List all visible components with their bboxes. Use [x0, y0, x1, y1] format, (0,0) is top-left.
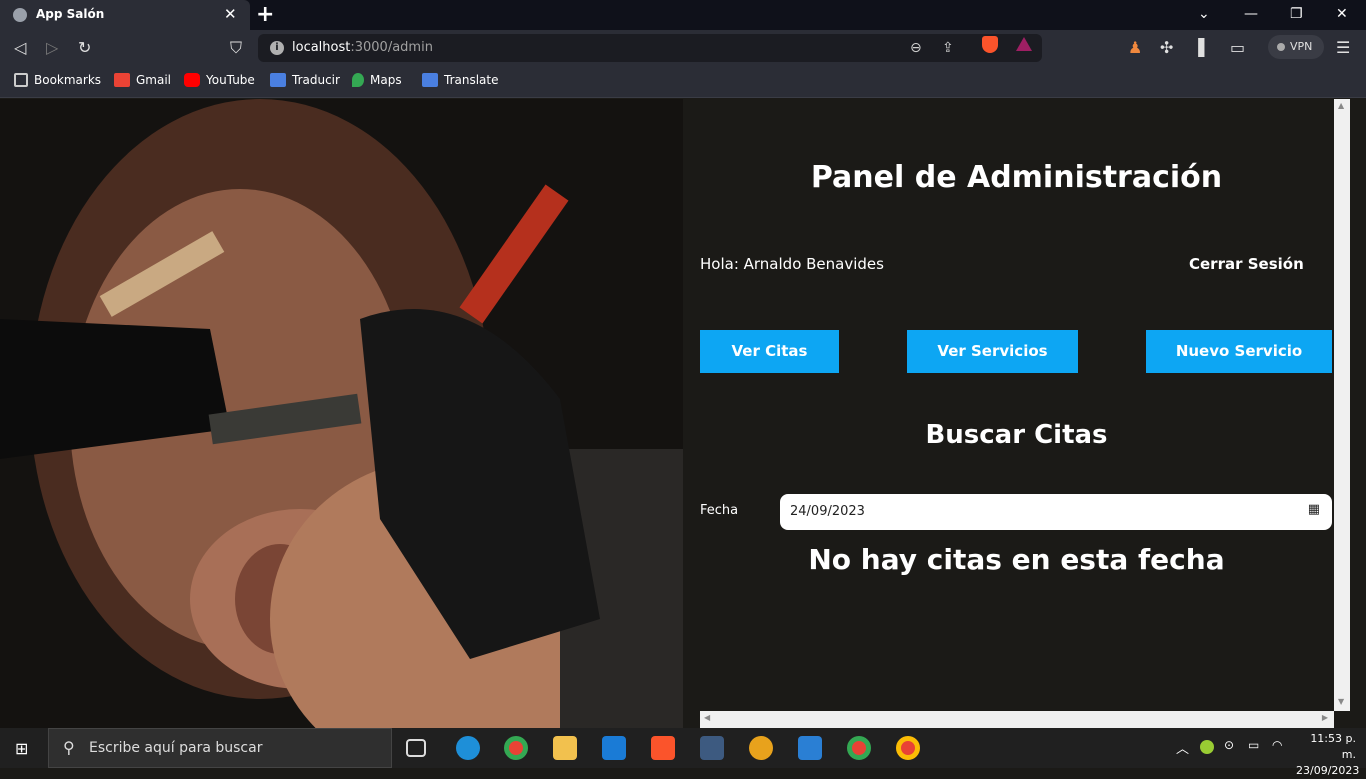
dbeaver-icon[interactable] — [749, 736, 773, 760]
scroll-right-icon[interactable]: ▶ — [1322, 713, 1328, 722]
battery-icon[interactable]: ▭ — [1248, 738, 1259, 752]
meet-now-icon[interactable]: ⊙ — [1224, 738, 1234, 752]
page-edge — [1350, 99, 1366, 728]
google-translate-icon — [422, 73, 438, 87]
search-icon: ⚲ — [63, 738, 75, 757]
scroll-down-icon[interactable]: ▼ — [1338, 697, 1344, 706]
tray-app-icon[interactable] — [1200, 740, 1214, 754]
reload-icon[interactable]: ↻ — [78, 38, 91, 57]
ver-citas-button[interactable]: Ver Citas — [700, 330, 839, 373]
mail-icon[interactable] — [602, 736, 626, 760]
url-host: localhost — [292, 40, 351, 55]
forward-icon[interactable]: ▷ — [46, 38, 58, 57]
date-input[interactable]: 24/09/2023 ▦ — [780, 494, 1332, 530]
calendar-icon[interactable]: ▦ — [1308, 502, 1320, 517]
tray-chevron-icon[interactable]: ︿ — [1176, 738, 1189, 757]
mysql-workbench-icon[interactable] — [700, 736, 724, 760]
brave-rewards-icon[interactable] — [1016, 37, 1032, 51]
scroll-up-icon[interactable]: ▲ — [1338, 101, 1344, 110]
system-clock[interactable]: 11:53 p. m. 23/09/2023 — [1296, 731, 1360, 779]
scroll-left-icon[interactable]: ◀ — [704, 713, 710, 722]
taskbar-search[interactable]: ⚲ Escribe aquí para buscar — [48, 728, 392, 768]
search-heading: Buscar Citas — [925, 420, 1108, 450]
share-icon[interactable]: ⇪ — [942, 40, 954, 56]
maps-icon — [352, 73, 364, 87]
bookmarks-bar: Bookmarks Gmail YouTube Traducir Maps Tr… — [0, 66, 1366, 98]
bookmark-icon[interactable]: ⛉ — [230, 38, 242, 58]
google-translate-icon — [270, 73, 286, 87]
minimize-icon[interactable]: — — [1244, 6, 1258, 22]
date-label: Fecha — [700, 503, 739, 518]
page-title: Panel de Administración — [810, 160, 1223, 195]
address-bar[interactable]: i localhost:3000/admin ⊖ ⇪ — [258, 34, 1042, 62]
bookmark-maps[interactable]: Maps — [352, 73, 402, 87]
bookmarks-icon — [14, 73, 28, 87]
horizontal-scrollbar[interactable]: ◀ ▶ — [700, 711, 1334, 728]
bookmarks-folder[interactable]: Bookmarks — [14, 73, 101, 87]
close-window-icon[interactable]: ✕ — [1336, 6, 1348, 22]
bookmark-translate[interactable]: Translate — [422, 73, 499, 87]
tab-strip: App Salón ✕ + ⌄ — ❐ ✕ — [0, 0, 1366, 30]
youtube-icon — [184, 73, 200, 87]
taskbar-search-placeholder: Escribe aquí para buscar — [89, 740, 263, 756]
empty-message: No hay citas en esta fecha — [808, 543, 1225, 576]
greeting-text: Hola: Arnaldo Benavides — [700, 255, 884, 273]
gmail-icon — [114, 73, 130, 87]
menu-icon[interactable]: ☰ — [1336, 38, 1350, 57]
extensions-puzzle-icon[interactable]: ✣ — [1160, 38, 1173, 57]
date-value: 24/09/2023 — [790, 504, 865, 519]
globe-icon — [13, 8, 27, 22]
close-tab-icon[interactable]: ✕ — [224, 5, 237, 23]
bookmark-traducir[interactable]: Traducir — [270, 73, 340, 87]
barber-photo-illustration — [0, 99, 683, 728]
tab-title: App Salón — [36, 7, 105, 21]
wallet-icon[interactable]: ▭ — [1230, 38, 1245, 57]
clock-time: 11:53 p. m. — [1310, 732, 1356, 761]
nuevo-servicio-button[interactable]: Nuevo Servicio — [1146, 330, 1332, 373]
new-tab-icon[interactable]: + — [256, 2, 274, 27]
vpn-button[interactable]: VPN — [1268, 35, 1324, 59]
restore-icon[interactable]: ❐ — [1290, 6, 1303, 22]
ver-servicios-button[interactable]: Ver Servicios — [907, 330, 1078, 373]
vertical-scrollbar[interactable]: ▲ ▼ — [1334, 99, 1350, 711]
tab-app-salon[interactable]: App Salón ✕ — [0, 0, 250, 30]
windows-start-icon[interactable]: ⊞ — [15, 739, 28, 758]
bookmark-gmail[interactable]: Gmail — [114, 73, 171, 87]
chrome-icon[interactable] — [504, 736, 528, 760]
vscode-icon[interactable] — [798, 736, 822, 760]
sidebar-icon[interactable]: ▐ — [1192, 38, 1204, 57]
task-view-icon[interactable] — [406, 739, 426, 757]
edge-icon[interactable] — [456, 736, 480, 760]
clock-date: 23/09/2023 — [1296, 764, 1360, 777]
wifi-icon[interactable]: ◠ — [1272, 738, 1282, 752]
chrome-profile-icon[interactable] — [847, 736, 871, 760]
site-info-icon[interactable]: i — [270, 41, 284, 55]
back-icon[interactable]: ◁ — [14, 38, 26, 57]
chrome-profile-2-icon[interactable] — [896, 736, 920, 760]
brave-taskbar-icon[interactable] — [651, 736, 675, 760]
extension-icon[interactable]: ♟ — [1128, 38, 1142, 57]
logout-link[interactable]: Cerrar Sesión — [1189, 255, 1304, 273]
brave-shields-icon[interactable] — [982, 36, 998, 53]
file-explorer-icon[interactable] — [553, 736, 577, 760]
windows-taskbar: ⊞ ⚲ Escribe aquí para buscar ︿ ⊙ ▭ ◠ 11:… — [0, 728, 1366, 777]
bookmark-youtube[interactable]: YouTube — [184, 73, 255, 87]
browser-toolbar: ◁ ▷ ↻ ⛉ i localhost:3000/admin ⊖ ⇪ ♟ ✣ ▐… — [0, 30, 1366, 66]
barber-hero-image — [0, 99, 683, 728]
url-path: :3000/admin — [350, 40, 433, 55]
tab-search-chevron-icon[interactable]: ⌄ — [1198, 6, 1210, 22]
zoom-icon[interactable]: ⊖ — [910, 40, 922, 56]
